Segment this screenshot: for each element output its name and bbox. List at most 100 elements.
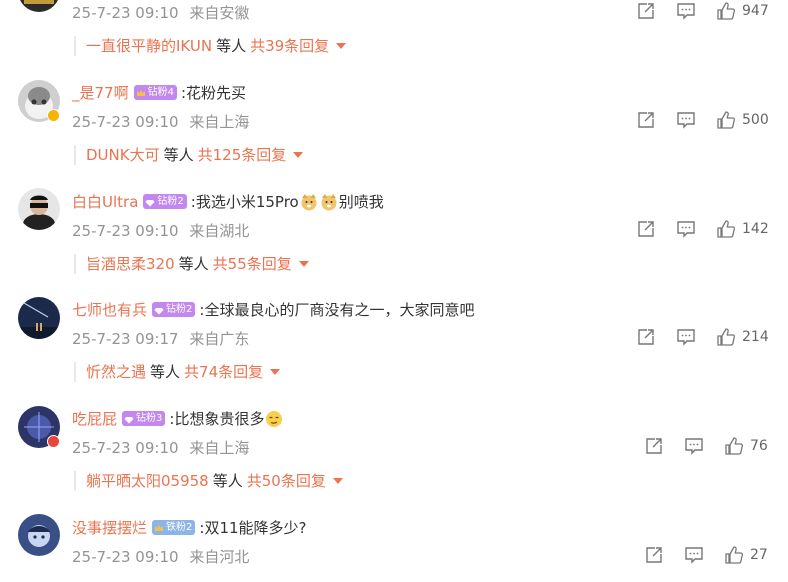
fan-badge[interactable]: 钻粉2 [152, 302, 196, 317]
chevron-down-icon[interactable] [270, 368, 281, 375]
share-icon[interactable] [636, 110, 656, 130]
comment-icon[interactable] [676, 219, 696, 239]
comment-icon[interactable] [676, 327, 696, 347]
reply-deng-label: 等人 [163, 146, 194, 164]
reply-total-link[interactable]: 共55条回复 [213, 255, 292, 273]
reply-total-link[interactable]: 共39条回复 [250, 37, 329, 55]
comment-location: 来自上海 [189, 113, 250, 131]
comment-icon[interactable] [684, 436, 704, 456]
comment-text: :全球最良心的厂商没有之一，大家同意吧 [199, 301, 475, 319]
reply-deng-label: 等人 [150, 363, 181, 381]
comment-location: 来自湖北 [189, 222, 250, 240]
like-count: 27 [750, 547, 768, 563]
comment-header: 没事摆摆烂 铁粉2 :双11能降多少? [72, 517, 307, 538]
doge-emoji-icon [321, 193, 337, 210]
thumbs-up-icon[interactable] [716, 1, 736, 21]
reply-summary[interactable]: 一直很平静的IKUN 等人 共39条回复 [74, 36, 347, 56]
reply-summary[interactable]: DUNK大可 等人 共125条回复 [74, 145, 304, 165]
comment-text: :比想象贵很多 [169, 410, 265, 428]
comment-actions: 142 [636, 218, 769, 240]
reply-user-link[interactable]: 一直很平静的IKUN [86, 37, 212, 55]
reply-user-link[interactable]: 躺平晒太阳05958 [86, 472, 209, 490]
comment-icon[interactable] [684, 545, 704, 565]
avatar[interactable] [18, 297, 60, 339]
thumbs-up-icon[interactable] [724, 436, 744, 456]
share-icon[interactable] [636, 327, 656, 347]
like-count: 142 [742, 221, 769, 237]
comment-actions: 27 [644, 544, 768, 566]
comment-actions: 500 [636, 109, 769, 131]
doge-emoji-icon [301, 193, 317, 210]
comment-time: 25-7-23 09:10 [72, 222, 179, 240]
comment-meta: 25-7-23 09:17 来自广东 [72, 328, 249, 349]
share-icon[interactable] [636, 219, 656, 239]
fan-badge[interactable]: 钻粉4 [133, 85, 177, 100]
reply-summary[interactable]: 旨酒思柔320 等人 共55条回复 [74, 254, 309, 274]
fan-badge[interactable]: 铁粉2 [152, 520, 196, 535]
fan-badge[interactable]: 钻粉2 [143, 194, 187, 209]
verified-badge-icon [47, 435, 60, 448]
reply-total-link[interactable]: 共74条回复 [184, 363, 263, 381]
fan-badge-label: 钻粉2 [166, 304, 193, 315]
thumbs-up-icon[interactable] [716, 219, 736, 239]
reply-user-link[interactable]: DUNK大可 [86, 146, 160, 164]
diamond-icon [145, 199, 155, 206]
comment-text: :我选小米15Pro [190, 193, 299, 211]
share-icon[interactable] [636, 1, 656, 21]
reply-total-link[interactable]: 共125条回复 [198, 146, 287, 164]
thumbs-up-icon[interactable] [716, 327, 736, 347]
comment-header: 白白Ultra 钻粉2 :我选小米15Pro 别喷我 [72, 191, 384, 212]
share-icon[interactable] [644, 436, 664, 456]
chevron-down-icon[interactable] [332, 477, 343, 484]
comment-text-tail: 别喷我 [338, 193, 384, 211]
fan-badge-label: 钻粉3 [136, 413, 163, 424]
comment-header: 吃屁屁 钻粉3 :比想象贵很多 [72, 408, 284, 429]
comment-actions: 76 [644, 435, 768, 457]
chevron-down-icon[interactable] [336, 42, 347, 49]
comment-header: _是77啊 钻粉4 :花粉先买 [72, 82, 246, 103]
comment-time: 25-7-23 09:17 [72, 330, 179, 348]
comment-username[interactable]: 白白Ultra [72, 191, 138, 212]
comment-username[interactable]: 吃屁屁 [72, 408, 117, 429]
reply-deng-label: 等人 [212, 472, 243, 490]
comment-icon[interactable] [676, 110, 696, 130]
comment-meta: 25-7-23 09:10 来自安徽 [72, 2, 249, 23]
comment-meta: 25-7-23 09:10 来自湖北 [72, 220, 249, 241]
sly-face-emoji-icon [266, 410, 283, 427]
comment-username[interactable]: 没事摆摆烂 [72, 517, 147, 538]
comment-location: 来自河北 [189, 548, 250, 566]
comment-location: 来自广东 [189, 330, 250, 348]
comment-time: 25-7-23 09:10 [72, 113, 179, 131]
comment-meta: 25-7-23 09:10 来自上海 [72, 437, 249, 458]
comment-username[interactable]: 七师也有兵 [72, 299, 147, 320]
like-count: 947 [742, 3, 769, 19]
thumbs-up-icon[interactable] [716, 110, 736, 130]
like-count: 76 [750, 438, 768, 454]
reply-summary[interactable]: 躺平晒太阳05958 等人 共50条回复 [74, 471, 343, 491]
avatar[interactable] [18, 0, 60, 12]
crown-icon [155, 524, 164, 531]
like-count: 500 [742, 112, 769, 128]
avatar[interactable] [18, 514, 60, 556]
fan-badge-label: 钻粉2 [157, 196, 184, 207]
fan-badge-label: 钻粉4 [147, 87, 174, 98]
fan-badge[interactable]: 钻粉3 [122, 411, 166, 426]
reply-user-link[interactable]: 旨酒思柔320 [86, 255, 175, 273]
chevron-down-icon[interactable] [298, 260, 309, 267]
avatar[interactable] [18, 188, 60, 230]
reply-user-link[interactable]: 忻然之遇 [86, 363, 146, 381]
diamond-icon [154, 307, 164, 314]
reply-deng-label: 等人 [216, 37, 247, 55]
reply-summary[interactable]: 忻然之遇 等人 共74条回复 [74, 362, 281, 382]
thumbs-up-icon[interactable] [724, 545, 744, 565]
comment-meta: 25-7-23 09:10 来自河北 [72, 546, 249, 567]
comment-meta: 25-7-23 09:10 来自上海 [72, 111, 249, 132]
share-icon[interactable] [644, 545, 664, 565]
comment-username[interactable]: _是77啊 [72, 82, 129, 103]
crown-icon [136, 89, 145, 96]
comment-time: 25-7-23 09:10 [72, 548, 179, 566]
comment-icon[interactable] [676, 1, 696, 21]
reply-total-link[interactable]: 共50条回复 [247, 472, 326, 490]
fan-badge-label: 铁粉2 [166, 522, 193, 533]
chevron-down-icon[interactable] [293, 151, 304, 158]
